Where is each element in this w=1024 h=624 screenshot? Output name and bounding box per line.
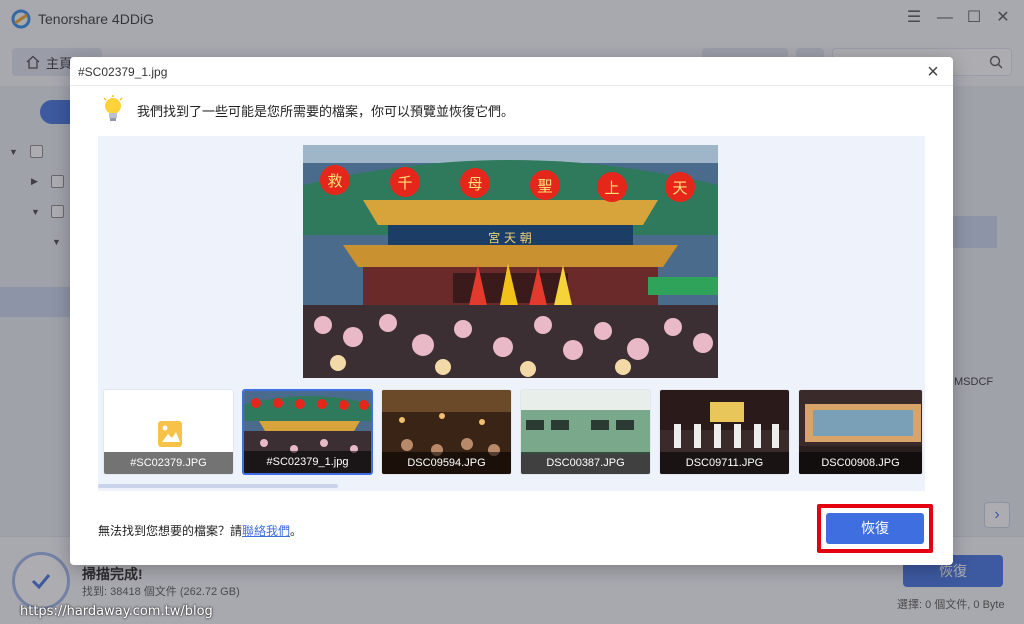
dialog-divider — [70, 85, 953, 86]
thumbnail-label: DSC00387.JPG — [521, 452, 650, 474]
help-suffix: 。 — [290, 524, 303, 538]
recover-button[interactable]: 恢復 — [826, 513, 924, 544]
lantern-text: 母 — [467, 175, 482, 193]
watermark: https://hardaway.com.tw/blog — [20, 604, 213, 619]
thumbnail-item[interactable]: #SC02379.JPG — [103, 389, 234, 475]
preview-dialog: #SC02379_1.jpg × 我們找到了一些可能是您所需要的檔案，你可以預覽… — [70, 57, 953, 565]
thumbnail-label: DSC09711.JPG — [660, 452, 789, 474]
thumbnail-label: #SC02379.JPG — [104, 452, 233, 474]
help-text: 無法找到您想要的檔案？請聯絡我們。 — [98, 522, 302, 539]
preview-image: 救 千 母 聖 上 天 宮 天 朝 — [303, 145, 718, 378]
thumbnail-item[interactable]: DSC09711.JPG — [659, 389, 790, 475]
thumbnail-label: DSC00908.JPG — [799, 452, 922, 474]
thumbnail-label: DSC09594.JPG — [382, 452, 511, 474]
contact-us-link[interactable]: 聯絡我們 — [242, 524, 290, 538]
lantern-text: 上 — [604, 179, 619, 197]
dialog-title: #SC02379_1.jpg — [78, 65, 168, 79]
lantern-text: 千 — [397, 174, 412, 192]
lightbulb-icon — [103, 95, 123, 121]
dialog-tip: 我們找到了一些可能是您所需要的檔案，你可以預覽並恢復它們。 — [137, 104, 515, 119]
thumbnail-item[interactable]: DSC00387.JPG — [520, 389, 651, 475]
thumbnail-label: #SC02379_1.jpg — [244, 451, 371, 473]
plaque-text: 宮 天 朝 — [488, 230, 532, 245]
help-prefix: 無法找到您想要的檔案？請 — [98, 524, 243, 538]
thumbnail-item-active[interactable]: #SC02379_1.jpg — [242, 389, 373, 475]
lantern-text: 聖 — [537, 177, 552, 195]
lantern-text: 天 — [672, 179, 687, 197]
preview-area: 救 千 母 聖 上 天 宮 天 朝 #SC02379.JPG #SC02379_… — [98, 136, 925, 491]
close-icon[interactable]: × — [923, 62, 943, 82]
thumbnail-item[interactable]: DSC00908.JPG — [798, 389, 923, 475]
thumbnail-item[interactable]: DSC09594.JPG — [381, 389, 512, 475]
thumbnail-scrollbar[interactable] — [98, 484, 338, 488]
lantern-text: 救 — [327, 172, 342, 190]
